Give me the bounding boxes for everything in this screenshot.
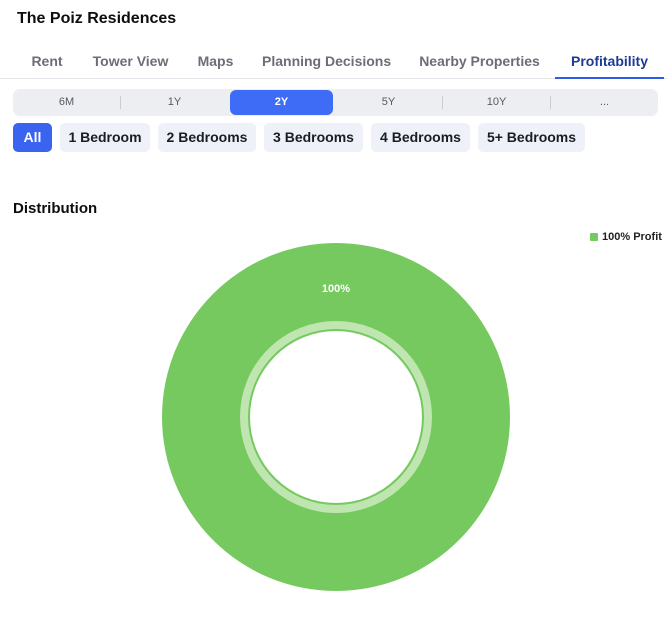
chart-legend[interactable]: 100% Profit [590, 230, 662, 244]
filter-5-plus-bedrooms[interactable]: 5+ Bedrooms [478, 123, 585, 152]
period-1y[interactable]: 1Y [121, 89, 228, 116]
period-more[interactable]: ... [551, 89, 658, 116]
tab-rent[interactable]: Rent [31, 44, 63, 78]
tab-maps[interactable]: Maps [197, 44, 234, 78]
legend-label: 100% Profit [602, 231, 662, 243]
distribution-donut-chart: 100% [162, 243, 510, 591]
legend-swatch [590, 233, 598, 241]
tab-bar: Rent Tower View Maps Planning Decisions … [0, 44, 667, 79]
distribution-title: Distribution [13, 200, 98, 217]
page-title: The Poiz Residences [17, 10, 177, 27]
tab-planning-decisions[interactable]: Planning Decisions [262, 44, 391, 78]
donut-hole [250, 331, 422, 503]
filter-4-bedrooms[interactable]: 4 Bedrooms [371, 123, 470, 152]
filter-all[interactable]: All [13, 123, 52, 152]
tab-tower-view[interactable]: Tower View [92, 44, 169, 78]
tab-profitability[interactable]: Profitability [555, 44, 664, 79]
period-5y[interactable]: 5Y [335, 89, 442, 116]
period-2y[interactable]: 2Y [230, 90, 333, 115]
period-selector: 6M 1Y 2Y 5Y 10Y ... [13, 89, 658, 116]
tab-nearby-properties[interactable]: Nearby Properties [418, 44, 541, 78]
filter-2-bedrooms[interactable]: 2 Bedrooms [158, 123, 256, 152]
period-10y[interactable]: 10Y [443, 89, 550, 116]
slice-label-100: 100% [322, 283, 350, 295]
period-6m[interactable]: 6M [13, 89, 120, 116]
filter-3-bedrooms[interactable]: 3 Bedrooms [264, 123, 363, 152]
filter-1-bedroom[interactable]: 1 Bedroom [60, 123, 150, 152]
